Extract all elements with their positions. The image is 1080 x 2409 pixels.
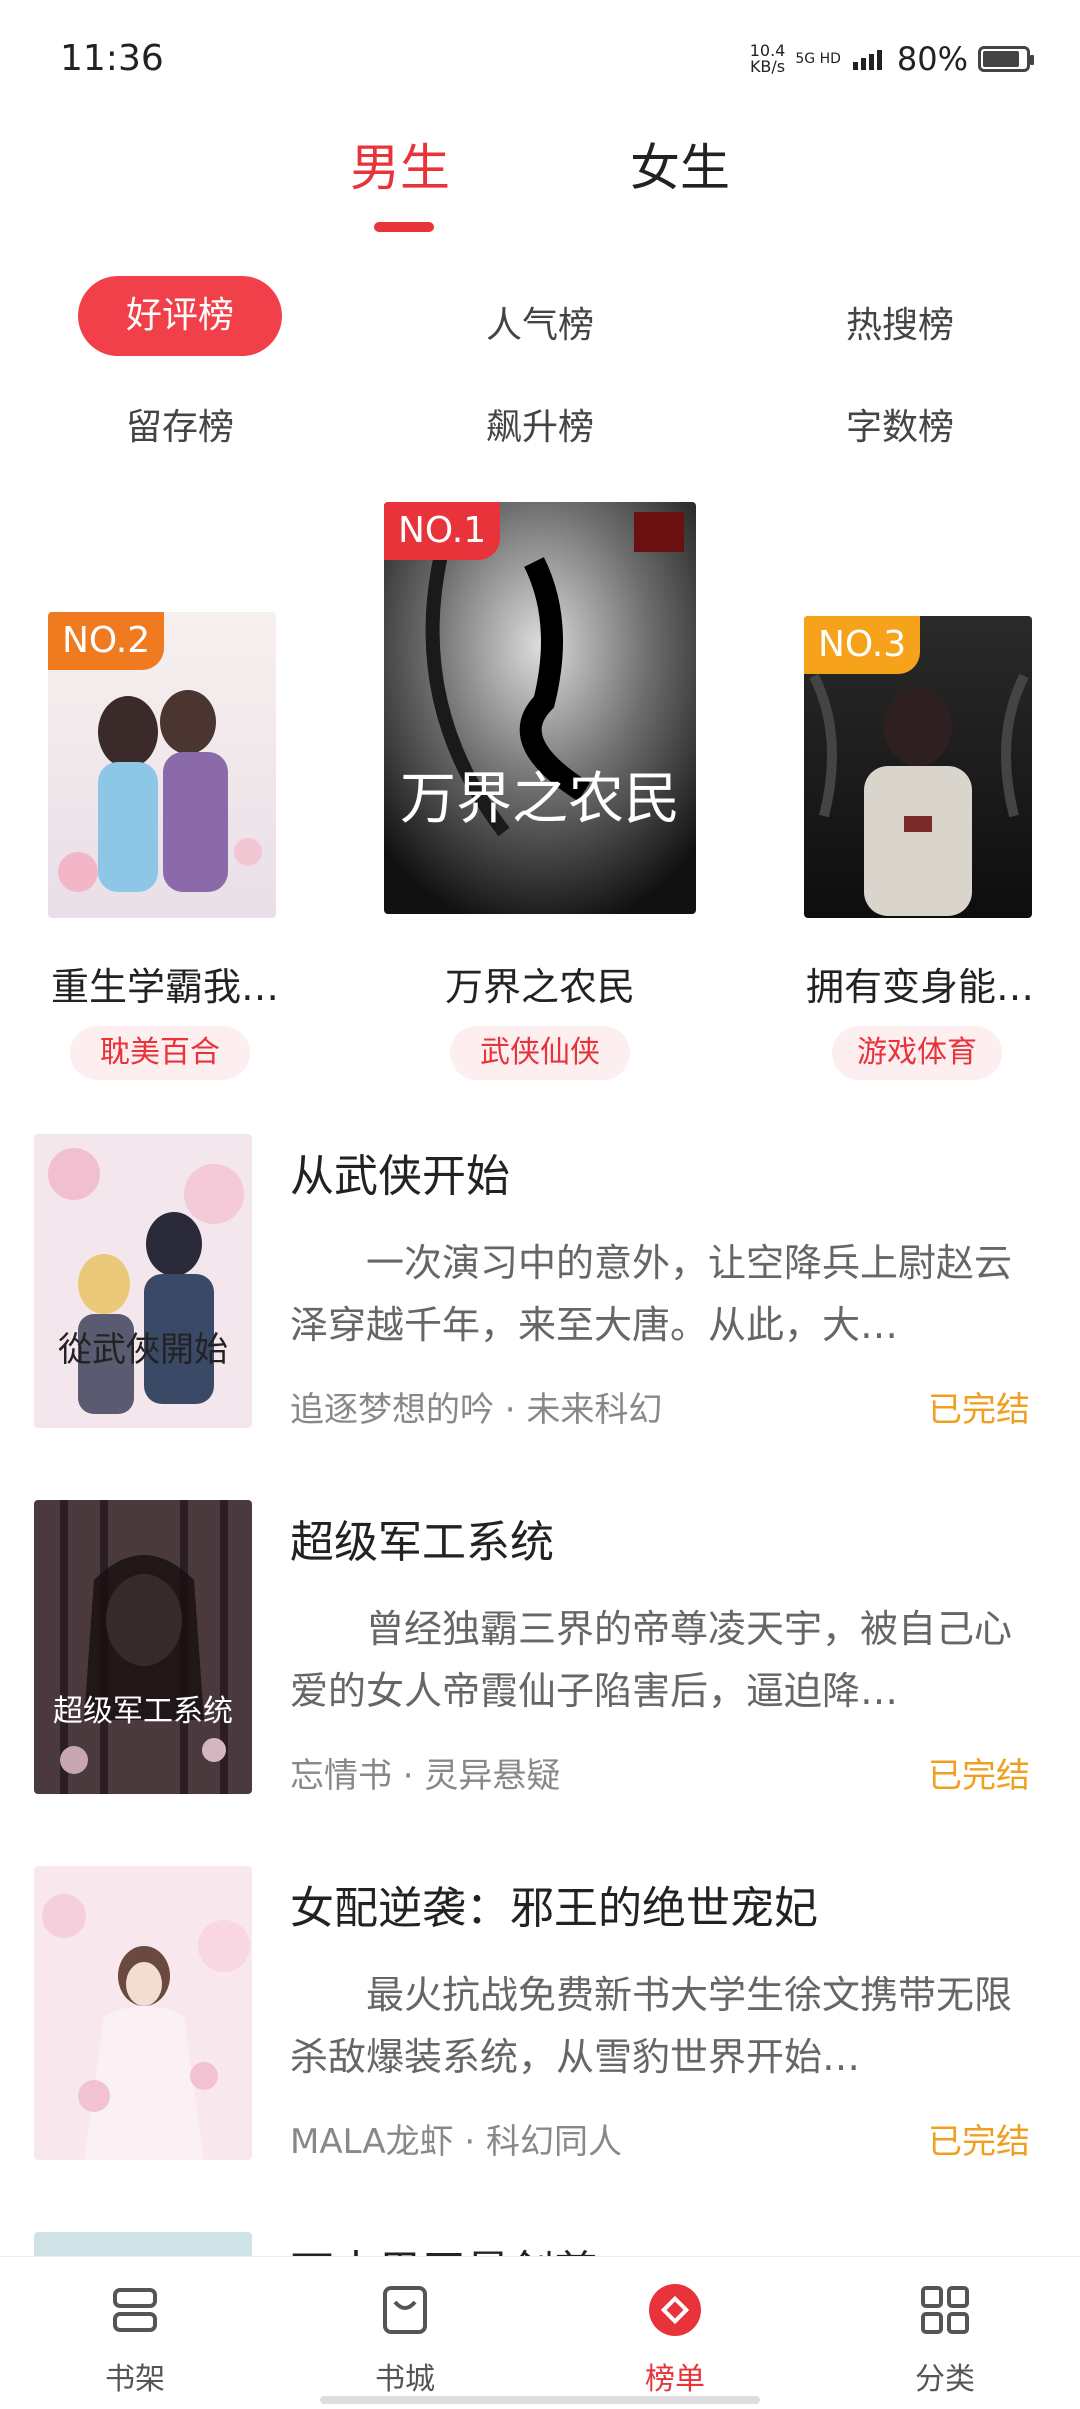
chip-hot-search[interactable]: 热搜榜 [780, 296, 1020, 348]
book-cover-2[interactable]: 超级军工系统 [34, 1500, 252, 1794]
status-time: 11:36 [60, 38, 164, 79]
podium-cover-1[interactable]: 万界之农民 NO.1 [384, 502, 696, 914]
battery-percent: 80% [896, 40, 968, 78]
cover-text: 超级军工系统 [53, 1694, 233, 1729]
net-speed: 10.4 KB/s [749, 41, 786, 76]
chip-popular[interactable]: 人气榜 [420, 296, 660, 348]
podium-cover-3[interactable]: NO.3 [804, 616, 1032, 918]
tab-female[interactable]: 女生 [630, 128, 730, 200]
book-cover-3[interactable] [34, 1866, 252, 2160]
podium-tag-3: 游戏体育 [832, 1026, 1002, 1080]
podium-title-3[interactable]: 拥有变身能… [790, 956, 1050, 1011]
cover-text: 從武俠開始 [58, 1330, 228, 1370]
book-meta-3: MALA龙虾 · 科幻同人 [290, 2122, 622, 2162]
book-desc-2: 曾经独霸三界的帝尊凌天宇，被自己心爱的女人帝霞仙子陷害后，逼迫降… [290, 1607, 1013, 1713]
home-indicator[interactable] [320, 2396, 760, 2404]
book-title-1[interactable]: 从武侠开始 [290, 1140, 510, 1204]
chip-retention[interactable]: 留存榜 [60, 398, 300, 450]
nav-label: 榜单 [645, 2362, 705, 2397]
book-desc-3: 最火抗战免费新书大学生徐文携带无限杀敌爆装系统，从雪豹世界开始… [290, 1973, 1013, 2079]
tab-male[interactable]: 男生 [350, 128, 450, 200]
book-desc-1: 一次演习中的意外，让空降兵上尉赵云泽穿越千年，来至大唐。从此，大… [290, 1241, 1013, 1347]
book-status-1: 已完结 [928, 1390, 1030, 1430]
podium-tag-2: 耽美百合 [70, 1026, 250, 1080]
rank-badge-3: NO.3 [804, 616, 921, 674]
cover-text: 万界之农民 [400, 767, 680, 832]
tab-indicator [374, 222, 434, 232]
book-meta-2: 忘情书 · 灵异悬疑 [290, 1756, 561, 1796]
book-status-2: 已完结 [928, 1756, 1030, 1796]
nav-bookshelf[interactable]: 书架 [0, 2280, 270, 2398]
bookshelf-icon [113, 2288, 157, 2332]
book-cover-image [34, 1500, 252, 1794]
battery-icon [978, 46, 1034, 72]
book-status-3: 已完结 [928, 2122, 1030, 2162]
status-icons: 10.4 KB/s 5G HD 80% [749, 40, 1034, 78]
book-cover-1[interactable]: 從武俠開始 [34, 1134, 252, 1428]
nav-label: 书城 [375, 2362, 435, 2397]
podium-cover-2[interactable]: NO.2 [48, 612, 276, 918]
category-icon [921, 2286, 969, 2334]
podium-title-2[interactable]: 重生学霸我… [30, 956, 300, 1011]
signal-icon: 5G HD [795, 51, 841, 67]
rank-badge-1: NO.1 [384, 502, 501, 560]
chip-word-count[interactable]: 字数榜 [780, 398, 1020, 450]
book-cover-image [34, 1134, 252, 1428]
signal-bars-icon [852, 50, 882, 70]
nav-ranking[interactable]: 榜单 [540, 2280, 810, 2398]
nav-label: 分类 [915, 2362, 975, 2397]
chip-rising[interactable]: 飙升榜 [420, 398, 660, 450]
nav-label: 书架 [105, 2362, 165, 2397]
rank-badge-2: NO.2 [48, 612, 165, 670]
podium-tag-1: 武侠仙侠 [450, 1026, 630, 1080]
book-cover-image [34, 1866, 252, 2160]
book-title-2[interactable]: 超级军工系统 [290, 1506, 554, 1570]
book-meta-1: 追逐梦想的吟 · 未来科幻 [290, 1390, 663, 1430]
book-cover-image [384, 502, 696, 914]
nav-bookstore[interactable]: 书城 [270, 2280, 540, 2398]
podium-title-1[interactable]: 万界之农民 [400, 956, 680, 1011]
ranking-icon [649, 2284, 701, 2336]
bookstore-icon [383, 2286, 427, 2334]
chip-praise[interactable]: 好评榜 [78, 276, 282, 356]
book-title-3[interactable]: 女配逆袭：邪王的绝世宠妃 [290, 1872, 818, 1936]
status-bar: 11:36 10.4 KB/s 5G HD 80% [0, 0, 1080, 110]
nav-category[interactable]: 分类 [810, 2280, 1080, 2398]
